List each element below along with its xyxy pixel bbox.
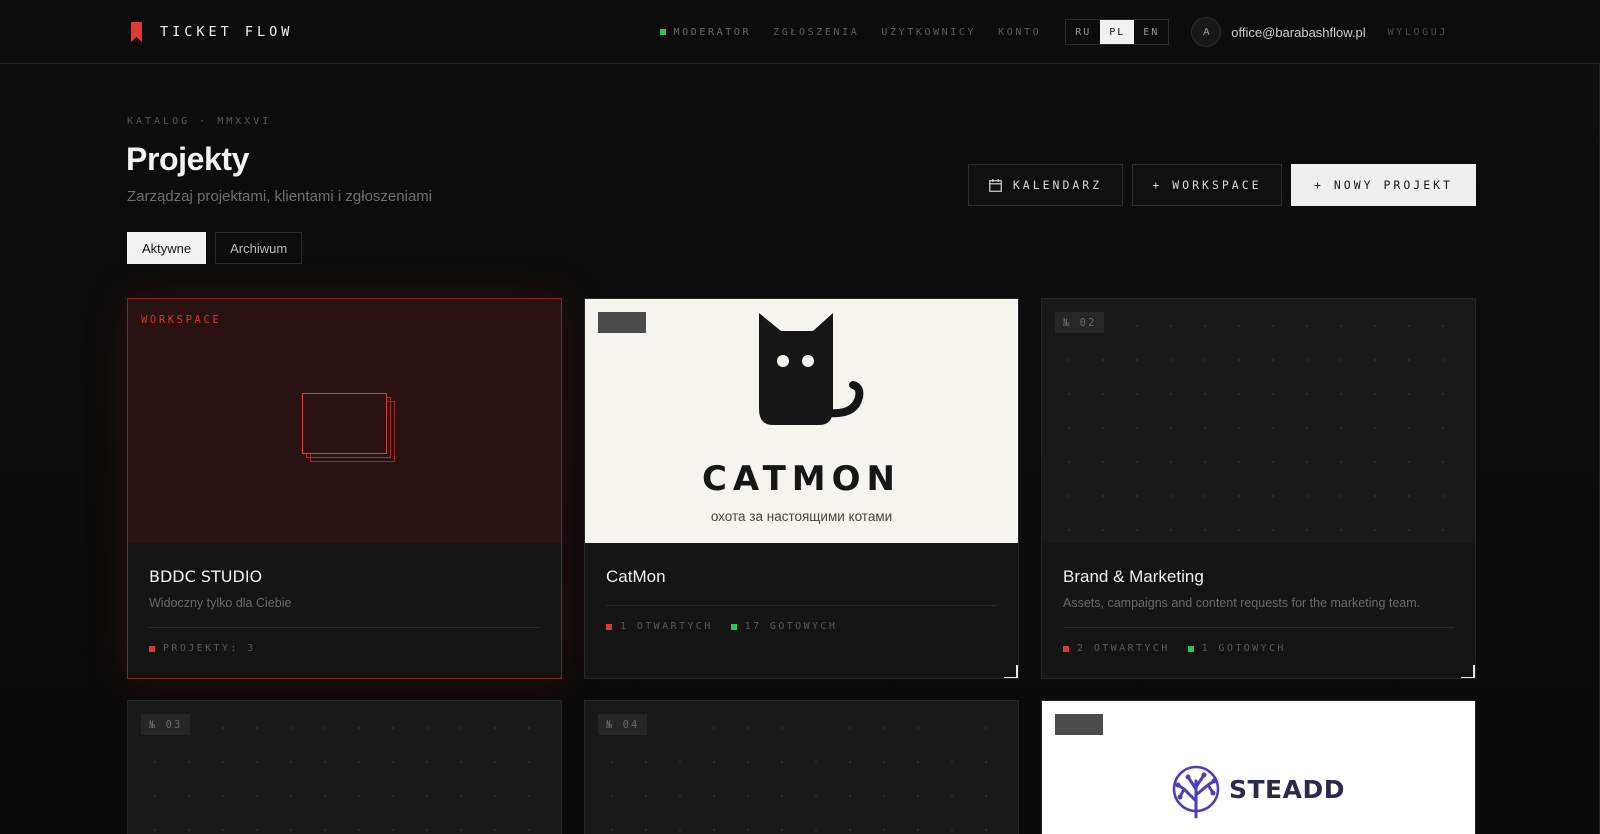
card-number-badge: № 03 <box>141 714 191 735</box>
red-status-dot <box>606 623 612 630</box>
projects-count-label: PROJEKTY: 3 <box>163 643 256 654</box>
green-status-dot <box>730 623 737 630</box>
brand[interactable]: TICKET FLOW <box>131 22 293 42</box>
steadd-logo-text: STEADD <box>1229 775 1345 804</box>
card-badge <box>598 312 646 333</box>
lang-ru[interactable]: RU <box>1066 20 1100 44</box>
card-stats: 2 OTWARTYCH 1 GOTOWYCH <box>1063 643 1304 654</box>
card-cover: № 03 <box>128 701 561 834</box>
workspace-cover: WORKSPACE <box>128 299 561 543</box>
tab-aktywne[interactable]: Aktywne <box>127 232 207 264</box>
avatar[interactable]: A <box>1191 17 1222 47</box>
open-count: 2 OTWARTYCH <box>1063 643 1170 654</box>
nav-zgloszenia[interactable]: ZGŁOSZENIA <box>773 27 859 38</box>
project-card-steadd[interactable]: STEADD <box>1041 700 1476 834</box>
corner-marker <box>1461 665 1475 678</box>
steadd-cover: STEADD <box>1042 701 1475 834</box>
tree-brain-logo-icon <box>1172 765 1220 819</box>
project-card-brand-marketing[interactable]: № 02 Brand & Marketing Assets, campaigns… <box>1041 298 1476 679</box>
add-workspace-button[interactable]: + WORKSPACE <box>1132 164 1282 206</box>
card-stats: PROJEKTY: 3 <box>149 643 274 654</box>
card-divider <box>606 605 997 606</box>
top-bar: TICKET FLOW MODERATOR ZGŁOSZENIA UŻYTKOW… <box>0 0 1600 64</box>
page-subtitle: Zarządzaj projektami, klientami i zgłosz… <box>127 188 433 205</box>
user-email: office@barabashflow.pl <box>1231 24 1366 40</box>
role-label: MODERATOR <box>673 26 752 38</box>
catmon-logo-text: CATMON <box>701 459 901 499</box>
red-status-dot <box>1063 645 1069 652</box>
red-status-dot <box>149 645 155 652</box>
tab-archiwum[interactable]: Archiwum <box>215 232 303 264</box>
page-title: Projekty <box>126 141 250 177</box>
done-count-label: 1 GOTOWYCH <box>1201 643 1286 654</box>
card-description: Widoczny tylko dla Ciebie <box>149 596 292 610</box>
role-status-dot <box>659 29 666 35</box>
stacked-frames-icon <box>302 393 395 462</box>
corner-marker <box>1004 665 1018 678</box>
workspace-label: WORKSPACE <box>141 314 222 326</box>
workspace-card[interactable]: WORKSPACE BDDC STUDIO Widoczny tylko dla… <box>127 298 562 679</box>
lang-pl[interactable]: PL <box>1100 20 1135 44</box>
catmon-tagline: охота за настоящими котами <box>710 509 893 524</box>
card-title: BDDC STUDIO <box>149 567 263 586</box>
bookmark-logo-icon <box>131 22 142 42</box>
main-nav: MODERATOR ZGŁOSZENIA UŻYTKOWNICY KONTO R… <box>659 16 1448 48</box>
card-divider <box>149 627 540 628</box>
open-count-label: 1 OTWARTYCH <box>620 621 713 632</box>
cat-logo-icon <box>759 313 864 425</box>
green-status-dot <box>1187 645 1194 652</box>
project-card-04[interactable]: № 04 <box>584 700 1019 834</box>
card-number-badge: № 02 <box>1055 312 1105 333</box>
done-count: 17 GOTOWYCH <box>730 621 838 632</box>
done-count: 1 GOTOWYCH <box>1187 643 1286 654</box>
project-tabs: Aktywne Archiwum <box>127 232 311 264</box>
new-project-button[interactable]: + NOWY PROJEKT <box>1291 164 1476 206</box>
card-title: Brand & Marketing <box>1063 567 1204 586</box>
catalog-eyebrow: KATALOG · MMXXVI <box>127 116 272 127</box>
nav-konto[interactable]: KONTO <box>998 27 1041 38</box>
catmon-card-body: CatMon 1 OTWARTYCH 17 GOTOWYCH <box>585 543 1018 678</box>
page-actions: KALENDARZ + WORKSPACE + NOWY PROJEKT <box>959 164 1476 206</box>
logout-link[interactable]: WYLOGUJ <box>1388 27 1448 38</box>
card-title: CatMon <box>606 567 666 586</box>
done-count-label: 17 GOTOWYCH <box>744 621 838 632</box>
open-count: 1 OTWARTYCH <box>606 621 713 632</box>
calendar-button[interactable]: KALENDARZ <box>968 164 1123 206</box>
calendar-icon <box>988 178 1002 192</box>
card-cover: № 04 <box>585 701 1018 834</box>
brand-marketing-card-body: Brand & Marketing Assets, campaigns and … <box>1042 543 1475 678</box>
card-badge <box>1055 714 1103 735</box>
calendar-button-label: KALENDARZ <box>1012 178 1103 192</box>
role-indicator: MODERATOR <box>659 26 752 38</box>
projects-count: PROJEKTY: 3 <box>149 643 256 654</box>
project-card-03[interactable]: № 03 <box>127 700 562 834</box>
card-number-badge: № 04 <box>598 714 648 735</box>
card-stats: 1 OTWARTYCH 17 GOTOWYCH <box>606 621 855 632</box>
card-cover: № 02 <box>1042 299 1475 543</box>
card-description: Assets, campaigns and content requests f… <box>1063 596 1421 610</box>
card-divider <box>1063 627 1454 628</box>
workspace-card-body: BDDC STUDIO Widoczny tylko dla Ciebie PR… <box>128 543 561 678</box>
catmon-cover: CATMON охота за настоящими котами <box>585 299 1018 543</box>
language-switcher: RU PL EN <box>1065 19 1170 45</box>
brand-name: TICKET FLOW <box>160 24 294 40</box>
open-count-label: 2 OTWARTYCH <box>1077 643 1170 654</box>
lang-en[interactable]: EN <box>1134 20 1168 44</box>
nav-uzytkownicy[interactable]: UŻYTKOWNICY <box>881 27 976 38</box>
project-card-catmon[interactable]: CATMON охота за настоящими котами CatMon… <box>584 298 1019 679</box>
